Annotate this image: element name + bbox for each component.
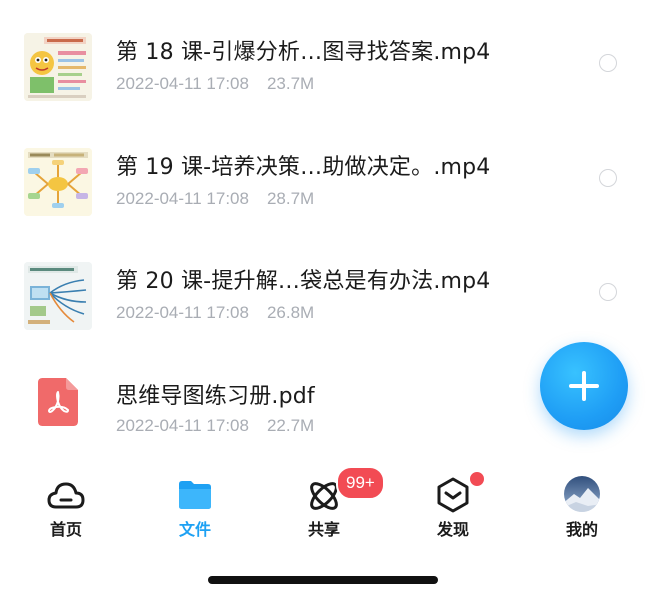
avatar-icon: [564, 476, 600, 512]
file-row[interactable]: 第 19 课-培养决策…助做决定。.mp4 2022-04-11 17:08 28…: [0, 129, 646, 243]
cube-icon: [437, 477, 469, 513]
video-thumbnail: [24, 33, 92, 101]
file-row[interactable]: 第 18 课-引爆分析…图寻找答案.mp4 2022-04-11 17:08 23…: [0, 14, 646, 128]
select-radio[interactable]: [599, 169, 617, 187]
file-meta: 2022-04-11 17:08 22.7M: [116, 416, 314, 436]
file-name: 思维导图练习册.pdf: [116, 384, 315, 409]
select-radio[interactable]: [599, 283, 617, 301]
file-meta: 2022-04-11 17:08 28.7M: [116, 189, 314, 209]
file-meta: 2022-04-11 17:08 23.7M: [116, 74, 314, 94]
file-date: 2022-04-11 17:08: [116, 189, 249, 208]
file-size: 23.7M: [266, 74, 315, 93]
cloud-icon: [47, 482, 85, 509]
file-date: 2022-04-11 17:08: [116, 416, 249, 435]
file-date: 2022-04-11 17:08: [116, 74, 249, 93]
file-meta: 2022-04-11 17:08 26.8M: [116, 303, 314, 323]
plus-icon: [569, 371, 599, 401]
share-count-badge: 99+: [336, 466, 385, 500]
tab-label: 首页: [49, 520, 82, 539]
tab-label: 我的: [565, 520, 598, 539]
notification-dot: [468, 470, 486, 488]
pdf-icon: [38, 378, 78, 426]
file-size: 22.7M: [266, 416, 315, 435]
file-size: 26.8M: [266, 303, 315, 322]
file-size: 28.7M: [266, 189, 315, 208]
tab-home[interactable]: 首页: [26, 470, 106, 550]
tab-label: 共享: [307, 520, 340, 539]
tab-label: 文件: [178, 520, 211, 539]
tab-label: 发现: [436, 520, 469, 539]
file-name: 第 20 课-提升解…袋总是有办法.mp4: [116, 269, 491, 294]
file-row[interactable]: 第 20 课-提升解…袋总是有办法.mp4 2022-04-11 17:08 26…: [0, 243, 646, 357]
file-name: 第 19 课-培养决策…助做决定。.mp4: [116, 155, 491, 180]
select-radio[interactable]: [599, 54, 617, 72]
file-date: 2022-04-11 17:08: [116, 303, 249, 322]
folder-icon: [179, 481, 211, 509]
add-button[interactable]: [540, 342, 628, 430]
file-name: 第 18 课-引爆分析…图寻找答案.mp4: [116, 40, 491, 65]
video-thumbnail: [24, 262, 92, 330]
bottom-tab-bar: 首页 文件 共享 发现 我的: [0, 470, 646, 560]
tab-me[interactable]: 我的: [542, 470, 622, 550]
home-indicator[interactable]: [208, 576, 438, 584]
video-thumbnail: [24, 148, 92, 216]
tab-files[interactable]: 文件: [155, 470, 235, 550]
